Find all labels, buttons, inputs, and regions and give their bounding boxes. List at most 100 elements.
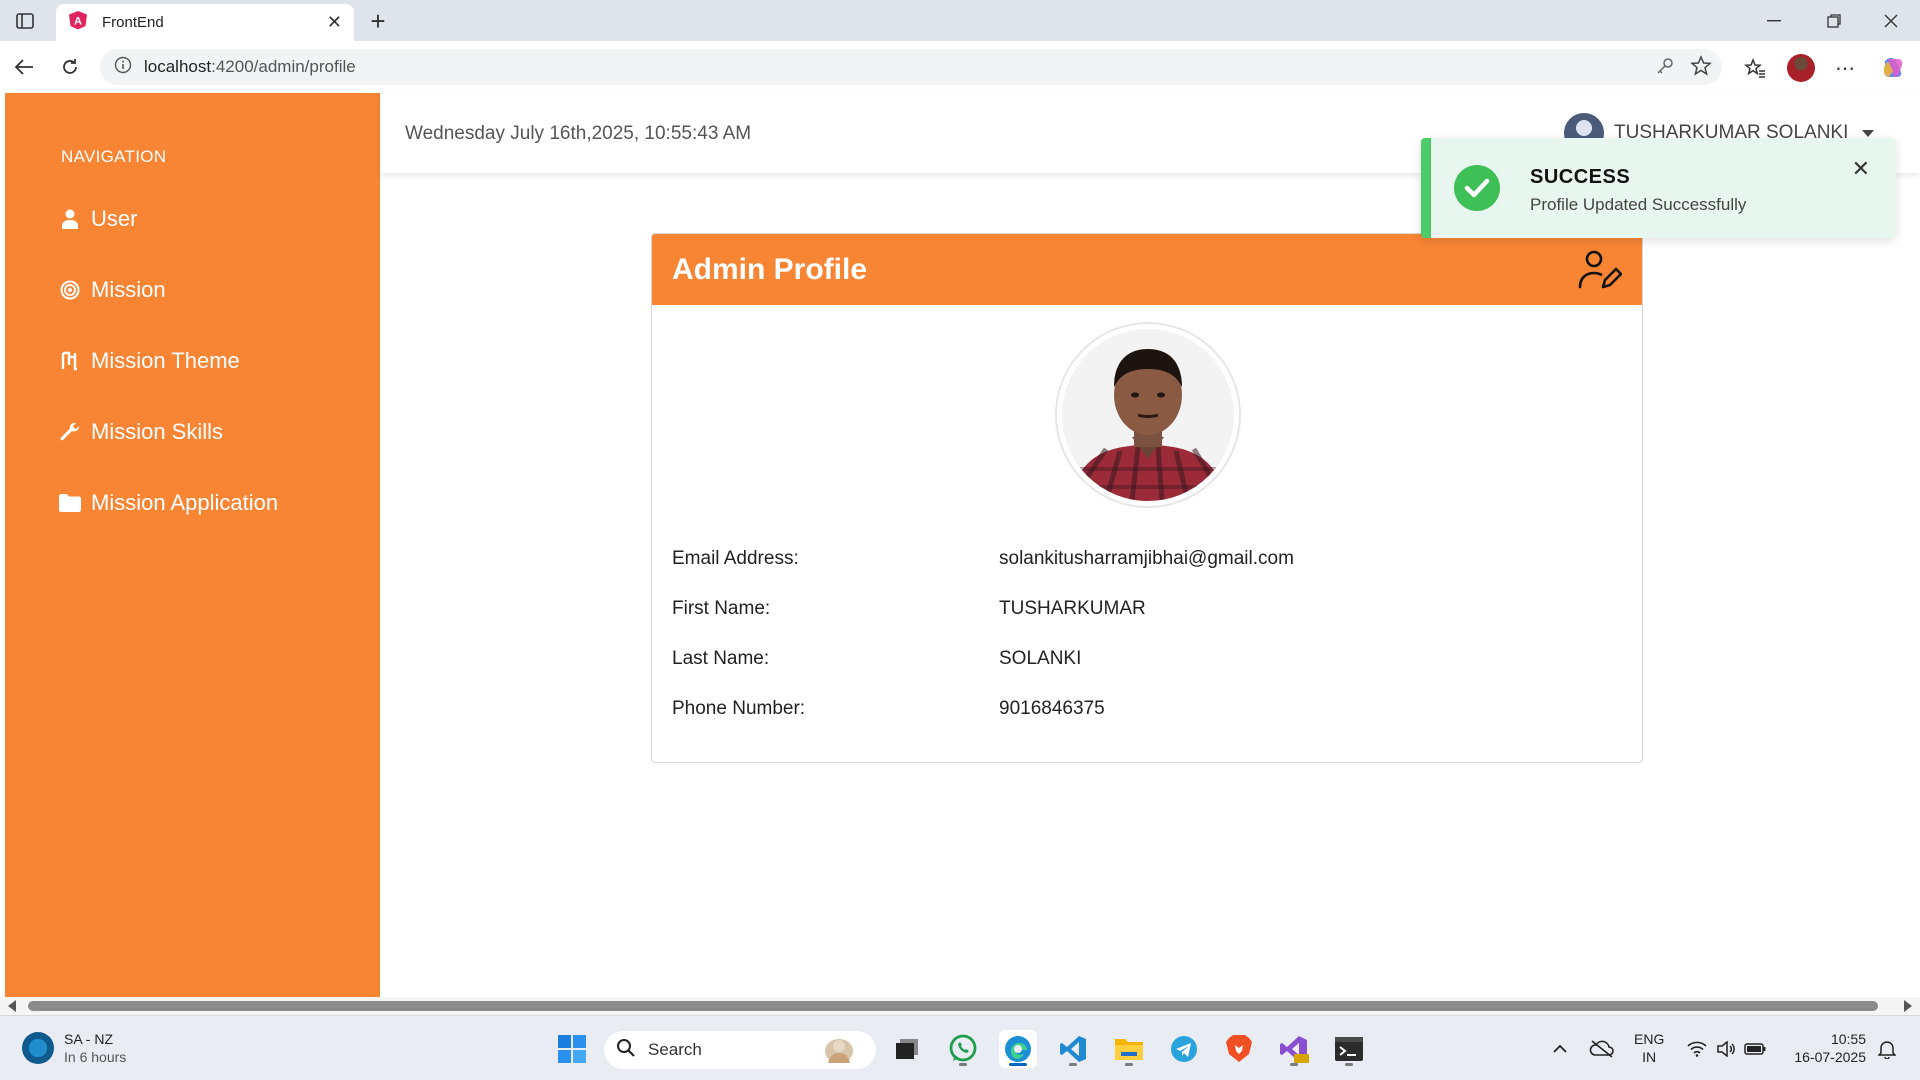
horizontal-scrollbar[interactable] bbox=[0, 997, 1920, 1015]
vscode-icon[interactable] bbox=[1054, 1030, 1092, 1068]
field-label: Phone Number: bbox=[672, 698, 806, 719]
admin-profile-card: Admin Profile Email Address: solankitush… bbox=[651, 233, 1643, 763]
sidebar-item-label: Mission Skills bbox=[91, 419, 224, 444]
search-icon bbox=[616, 1038, 636, 1063]
restore-button[interactable] bbox=[1805, 0, 1863, 41]
weather-widget[interactable]: SA - NZ In 6 hours bbox=[22, 1030, 126, 1066]
field-value: 9016846375 bbox=[999, 698, 1105, 719]
field-label: First Name: bbox=[672, 598, 771, 619]
scroll-left-icon[interactable] bbox=[8, 1000, 16, 1012]
field-value: solankitusharramjibhai@gmail.com bbox=[999, 548, 1294, 569]
user-icon bbox=[59, 208, 81, 230]
site-info-icon[interactable] bbox=[114, 56, 132, 79]
field-row-phone: Phone Number: 9016846375 bbox=[672, 698, 1105, 720]
url-text: localhost:4200/admin/profile bbox=[144, 57, 356, 77]
search-highlight-icon bbox=[820, 1035, 858, 1070]
taskbar: SA - NZ In 6 hours Search ENG IN 10:55 1… bbox=[0, 1015, 1920, 1080]
windows-start-icon[interactable] bbox=[553, 1030, 591, 1068]
current-datetime: Wednesday July 16th,2025, 10:55:43 AM bbox=[405, 123, 752, 144]
minimize-button[interactable] bbox=[1745, 0, 1803, 41]
sidebar-item-label: User bbox=[91, 206, 138, 231]
telegram-icon[interactable] bbox=[1165, 1030, 1203, 1068]
caret-down-icon bbox=[1862, 129, 1875, 137]
page-title: Admin Profile bbox=[672, 252, 868, 286]
notification-bell-icon[interactable] bbox=[1872, 1030, 1902, 1068]
url-path: :4200/admin/profile bbox=[211, 57, 356, 76]
language-top: ENG bbox=[1634, 1031, 1665, 1047]
edit-profile-icon[interactable] bbox=[1576, 247, 1623, 293]
key-icon[interactable] bbox=[1654, 55, 1676, 82]
svg-text:A: A bbox=[74, 16, 82, 28]
field-row-first-name: First Name: TUSHARKUMAR bbox=[672, 598, 1146, 620]
clock-time: 10:55 bbox=[1830, 1031, 1866, 1047]
chevron-up-icon[interactable] bbox=[1542, 1030, 1578, 1068]
language-indicator[interactable]: ENG IN bbox=[1634, 1030, 1664, 1066]
close-window-button[interactable] bbox=[1862, 0, 1920, 41]
wrench-icon bbox=[59, 421, 81, 443]
browser-profile-avatar[interactable] bbox=[1786, 53, 1816, 83]
tab-close-icon[interactable]: ✕ bbox=[327, 12, 342, 33]
check-circle-icon bbox=[1454, 165, 1500, 211]
sidebar-item-mission-application[interactable]: Mission Application bbox=[59, 485, 278, 521]
weather-title: SA - NZ bbox=[64, 1031, 114, 1047]
weather-icon bbox=[22, 1032, 54, 1064]
success-toast: SUCCESS Profile Updated Successfully ✕ bbox=[1421, 138, 1896, 238]
field-row-email: Email Address: solankitusharramjibhai@gm… bbox=[672, 548, 1294, 570]
field-value: SOLANKI bbox=[999, 648, 1082, 669]
back-button[interactable] bbox=[6, 51, 42, 83]
url-actions bbox=[1654, 55, 1712, 82]
address-bar: localhost:4200/admin/profile ⋯ bbox=[0, 41, 1920, 93]
terminal-icon[interactable] bbox=[1330, 1030, 1368, 1068]
field-value: TUSHARKUMAR bbox=[999, 598, 1146, 619]
favorite-star-icon[interactable] bbox=[1690, 55, 1712, 82]
browser-tab-bar: A FrontEnd ✕ + bbox=[0, 0, 1920, 41]
more-menu-icon[interactable]: ⋯ bbox=[1830, 53, 1860, 83]
nav-heading: NAVIGATION bbox=[61, 147, 167, 166]
close-icon[interactable]: ✕ bbox=[1852, 156, 1870, 182]
field-label: Last Name: bbox=[672, 648, 770, 669]
reload-button[interactable] bbox=[52, 51, 88, 83]
url-host: localhost bbox=[144, 57, 212, 76]
visual-studio-preview-icon[interactable] bbox=[1275, 1030, 1313, 1068]
search-label: Search bbox=[648, 1040, 702, 1059]
whatsapp-icon[interactable] bbox=[944, 1030, 982, 1068]
sidebar-item-mission-theme[interactable]: Mission Theme bbox=[59, 343, 240, 379]
brave-browser-icon[interactable] bbox=[1220, 1030, 1258, 1068]
edge-browser-icon[interactable] bbox=[999, 1030, 1037, 1068]
sidebar: NAVIGATION User Mission Mission Theme Mi… bbox=[5, 93, 380, 997]
url-field[interactable]: localhost:4200/admin/profile bbox=[100, 49, 1722, 85]
folder-icon bbox=[59, 492, 81, 514]
theme-icon bbox=[59, 350, 81, 372]
card-header: Admin Profile bbox=[652, 234, 1642, 305]
taskbar-search[interactable]: Search bbox=[604, 1031, 876, 1069]
angular-logo-icon: A bbox=[68, 10, 88, 35]
clock-date: 16-07-2025 bbox=[1794, 1049, 1866, 1065]
wifi-icon[interactable] bbox=[1682, 1030, 1712, 1068]
tab-title: FrontEnd bbox=[102, 14, 164, 31]
field-row-last-name: Last Name: SOLANKI bbox=[672, 648, 1081, 670]
battery-icon[interactable] bbox=[1740, 1030, 1770, 1068]
sidebar-item-user[interactable]: User bbox=[59, 201, 137, 237]
scroll-right-icon[interactable] bbox=[1904, 1000, 1912, 1012]
sidebar-item-mission-skills[interactable]: Mission Skills bbox=[59, 414, 223, 450]
browser-tab[interactable]: A FrontEnd ✕ bbox=[56, 4, 354, 41]
volume-icon[interactable] bbox=[1711, 1030, 1741, 1068]
tab-actions-icon[interactable] bbox=[10, 8, 40, 34]
field-label: Email Address: bbox=[672, 548, 799, 569]
weather-subtitle: In 6 hours bbox=[64, 1049, 127, 1065]
onedrive-offline-icon[interactable] bbox=[1584, 1030, 1620, 1068]
task-view-icon[interactable] bbox=[888, 1030, 926, 1068]
file-explorer-icon[interactable] bbox=[1110, 1030, 1148, 1068]
sidebar-item-label: Mission Application bbox=[91, 490, 279, 515]
profile-photo bbox=[1055, 322, 1241, 508]
sidebar-item-mission[interactable]: Mission bbox=[59, 272, 166, 308]
scrollbar-thumb[interactable] bbox=[28, 1001, 1878, 1011]
target-icon bbox=[59, 279, 81, 301]
favorites-icon[interactable] bbox=[1740, 53, 1770, 83]
copilot-icon[interactable] bbox=[1878, 53, 1908, 83]
new-tab-button[interactable]: + bbox=[362, 6, 394, 36]
toast-title: SUCCESS bbox=[1530, 166, 1631, 188]
sidebar-item-label: Mission bbox=[91, 277, 166, 302]
toast-message: Profile Updated Successfully bbox=[1530, 195, 1747, 214]
clock[interactable]: 10:55 16-07-2025 bbox=[1786, 1030, 1866, 1066]
